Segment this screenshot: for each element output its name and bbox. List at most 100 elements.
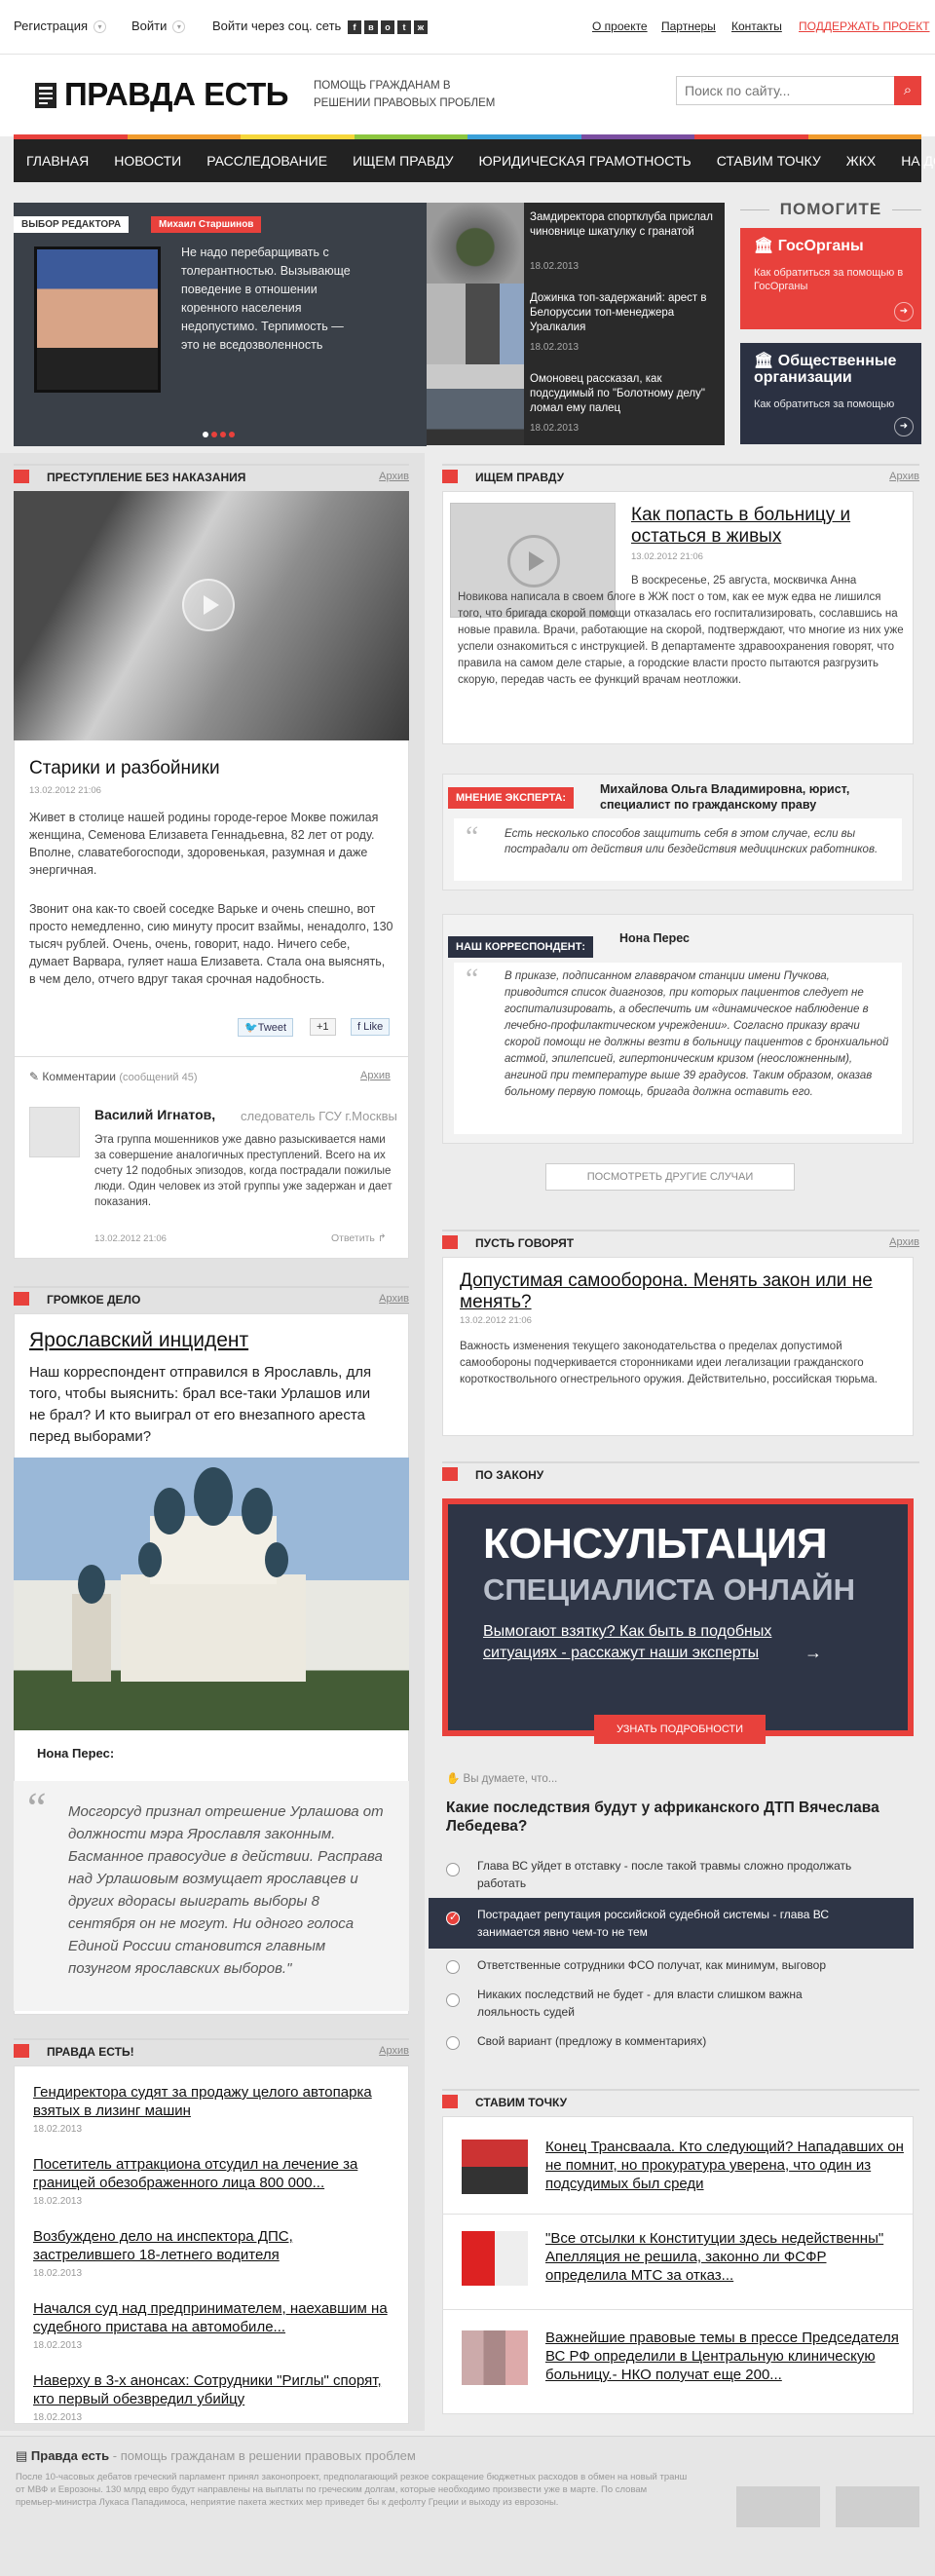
more-cases-button[interactable]: ПОСМОТРЕТЬ ДРУГИЕ СЛУЧАИ [545,1163,795,1191]
footer-slogan: - помощь гражданам в решении правовых пр… [112,2448,416,2463]
reply-link[interactable]: Ответить ↱ [331,1232,387,1244]
login-link[interactable]: Войти ▾ [131,19,186,34]
odnoklassniki-icon[interactable]: о [380,19,394,34]
speak-title[interactable]: Допустимая самооборона. Менять закон или… [460,1270,888,1313]
nav-item-on-road[interactable]: НА ДОРОГЕ [888,139,935,182]
footer-text: После 10-часовых дебатов греческий парла… [16,2472,688,2508]
news-title: Замдиректора спортклуба прислал чиновниц… [530,211,713,238]
loud-title[interactable]: Ярославский инцидент [29,1329,248,1352]
slider-dot[interactable] [220,432,226,437]
point-item-title[interactable]: Конец Трансваала. Кто следующий? Нападав… [545,2138,906,2193]
nav-item-news[interactable]: НОВОСТИ [101,139,194,182]
footer-logo[interactable]: Правда есть [31,2448,109,2463]
nav-item-home[interactable]: ГЛАВНАЯ [14,139,101,182]
support-project-link[interactable]: ПОДДЕРЖАТЬ ПРОЕКТ [799,19,930,33]
loud-case-icon [14,1292,29,1306]
register-link[interactable]: Регистрация ▾ [14,19,106,34]
tweet-button[interactable]: 🐦Tweet [238,1018,294,1037]
comment-text: Эта группа мошенников уже давно разыскив… [94,1134,393,1208]
list-item[interactable]: Возбуждено дело на инспектора ДПС, застр… [33,2227,393,2279]
point-thumb [462,2330,528,2385]
list-item-title: Наверху в 3-х анонсах: Сотрудники "Риглы… [33,2372,382,2407]
archive-link[interactable]: Архив [379,1293,409,1305]
truth-icon [14,2044,29,2058]
banner-text[interactable]: Вымогают взятку? Как быть в подобных сит… [483,1621,804,1664]
comments-archive-link[interactable]: Архив [360,1070,391,1081]
seek-title[interactable]: Как попасть в больницу и остаться в живы… [631,505,904,548]
list-item[interactable]: Посетитель аттракциона отсудил на лечени… [33,2155,393,2207]
side-news-item[interactable]: Замдиректора спортклуба прислал чиновниц… [427,203,725,284]
partner-logo[interactable] [736,2486,820,2527]
nav-item-final-point[interactable]: СТАВИМ ТОЧКУ [704,139,834,182]
section-title: ПУСТЬ ГОВОРЯТ [475,1236,575,1250]
section-header-point: СТАВИМ ТОЧКУ [442,2089,919,2110]
plus-one-button[interactable]: +1 [310,1018,336,1036]
facebook-like-button[interactable]: f Like [351,1018,391,1036]
news-thumb [427,364,524,445]
nav-item-legal-literacy[interactable]: ЮРИДИЧЕСКАЯ ГРАМОТНОСТЬ [467,139,704,182]
learn-more-button[interactable]: УЗНАТЬ ПОДРОБНОСТИ [594,1715,766,1744]
thumb-icon: ✋ [446,1773,461,1785]
archive-link[interactable]: Архив [379,471,409,482]
list-item[interactable]: Наверху в 3-х анонсах: Сотрудники "Риглы… [33,2371,393,2423]
section-header-truth: ПРАВДА ЕСТЬ! Архив [14,2038,409,2060]
point-item-title[interactable]: Важнейшие правовые темы в прессе Председ… [545,2329,906,2384]
nav-item-housing[interactable]: ЖКХ [834,139,888,182]
twitter-icon[interactable]: t [396,19,411,34]
contacts-link[interactable]: Контакты [731,19,782,33]
site-logo[interactable]: ПРАВДА ЕСТЬ [64,76,288,113]
crime-title[interactable]: Старики и разбойники [29,758,220,779]
play-icon[interactable] [182,579,235,631]
side-news-item[interactable]: Дожинка топ-задержаний: арест в Белорусс… [427,284,725,364]
help-ngo-box[interactable]: 🏛 Общественные организации Как обратиться… [740,343,921,444]
point-thumb [462,2231,528,2286]
archive-link[interactable]: Архив [889,471,919,482]
building-icon: 🏛 [754,353,774,369]
point-thumb [462,2140,528,2194]
poll-radio[interactable] [446,2036,460,2050]
archive-link[interactable]: Архив [379,2045,409,2057]
side-news-item[interactable]: Омоновец рассказал, как подсудимый по "Б… [427,364,725,445]
poll-label: ✋ Вы думаете, что... [446,1771,557,1785]
divider [14,1056,409,1057]
speak-text: Важность изменения текущего законодатель… [460,1341,878,1385]
nav-item-investigation[interactable]: РАССЛЕДОВАНИЕ [194,139,340,182]
partners-link[interactable]: Партнеры [661,19,716,33]
social-login: Войти через соц. сеть fвоtж [212,19,428,34]
slider-dot[interactable] [203,432,208,437]
list-item[interactable]: Гендиректора судят за продажу целого авт… [33,2083,393,2135]
slider-dot[interactable] [229,432,235,437]
section-header-law: ПО ЗАКОНУ [442,1461,919,1483]
poll-option[interactable]: Свой вариант (предложу в комментариях) [477,2032,886,2050]
poll-option[interactable]: Никаких последствий не будет - для власт… [477,1986,867,2021]
loud-quote: Мосгорсуд признал отрешение Урлашова от … [68,1803,384,1977]
search-button[interactable]: ⌕ [894,76,921,105]
list-item-title: Посетитель аттракциона отсудил на лечени… [33,2156,358,2191]
list-item[interactable]: Начался суд над предпринимателем, наехав… [33,2299,393,2351]
help-title: ПОМОГИТЕ [769,200,892,219]
archive-link[interactable]: Архив [889,1236,919,1248]
help-gov-box[interactable]: 🏛 ГосОрганы Как обратиться за помощью в Г… [740,228,921,329]
nav-item-seek-truth[interactable]: ИЩЕМ ПРАВДУ [340,139,466,182]
comments-label: Комментарии [42,1070,116,1083]
slider-dot[interactable] [211,432,217,437]
commenter-name[interactable]: Василий Игнатов, [94,1107,215,1122]
poll-option-selected[interactable]: Пострадает репутация российской судебной… [477,1906,886,1941]
poll-option[interactable]: Ответственные сотрудники ФСО получат, ка… [477,1956,886,1974]
poll-radio[interactable] [446,1993,460,2007]
poll-option[interactable]: Глава ВС уйдет в отставку - после такой … [477,1857,886,1892]
search-input[interactable] [676,76,896,105]
poll-radio-selected[interactable]: ✓ [446,1912,460,1925]
poll-radio[interactable] [446,1863,460,1876]
list-item-date: 18.02.2013 [33,2196,83,2207]
livejournal-icon[interactable]: ж [413,19,428,34]
comment-icon: ✎ [29,1070,40,1083]
vk-icon[interactable]: в [363,19,378,34]
point-item-title[interactable]: "Все отсылки к Конституции здесь недейст… [545,2229,906,2285]
about-link[interactable]: О проекте [592,19,648,33]
section-title: ПРАВДА ЕСТЬ! [47,2045,134,2059]
poll-radio[interactable] [446,1960,460,1974]
facebook-icon[interactable]: f [347,19,361,34]
comments-count: (сообщений 45) [119,1072,198,1083]
partner-logo[interactable] [836,2486,919,2527]
